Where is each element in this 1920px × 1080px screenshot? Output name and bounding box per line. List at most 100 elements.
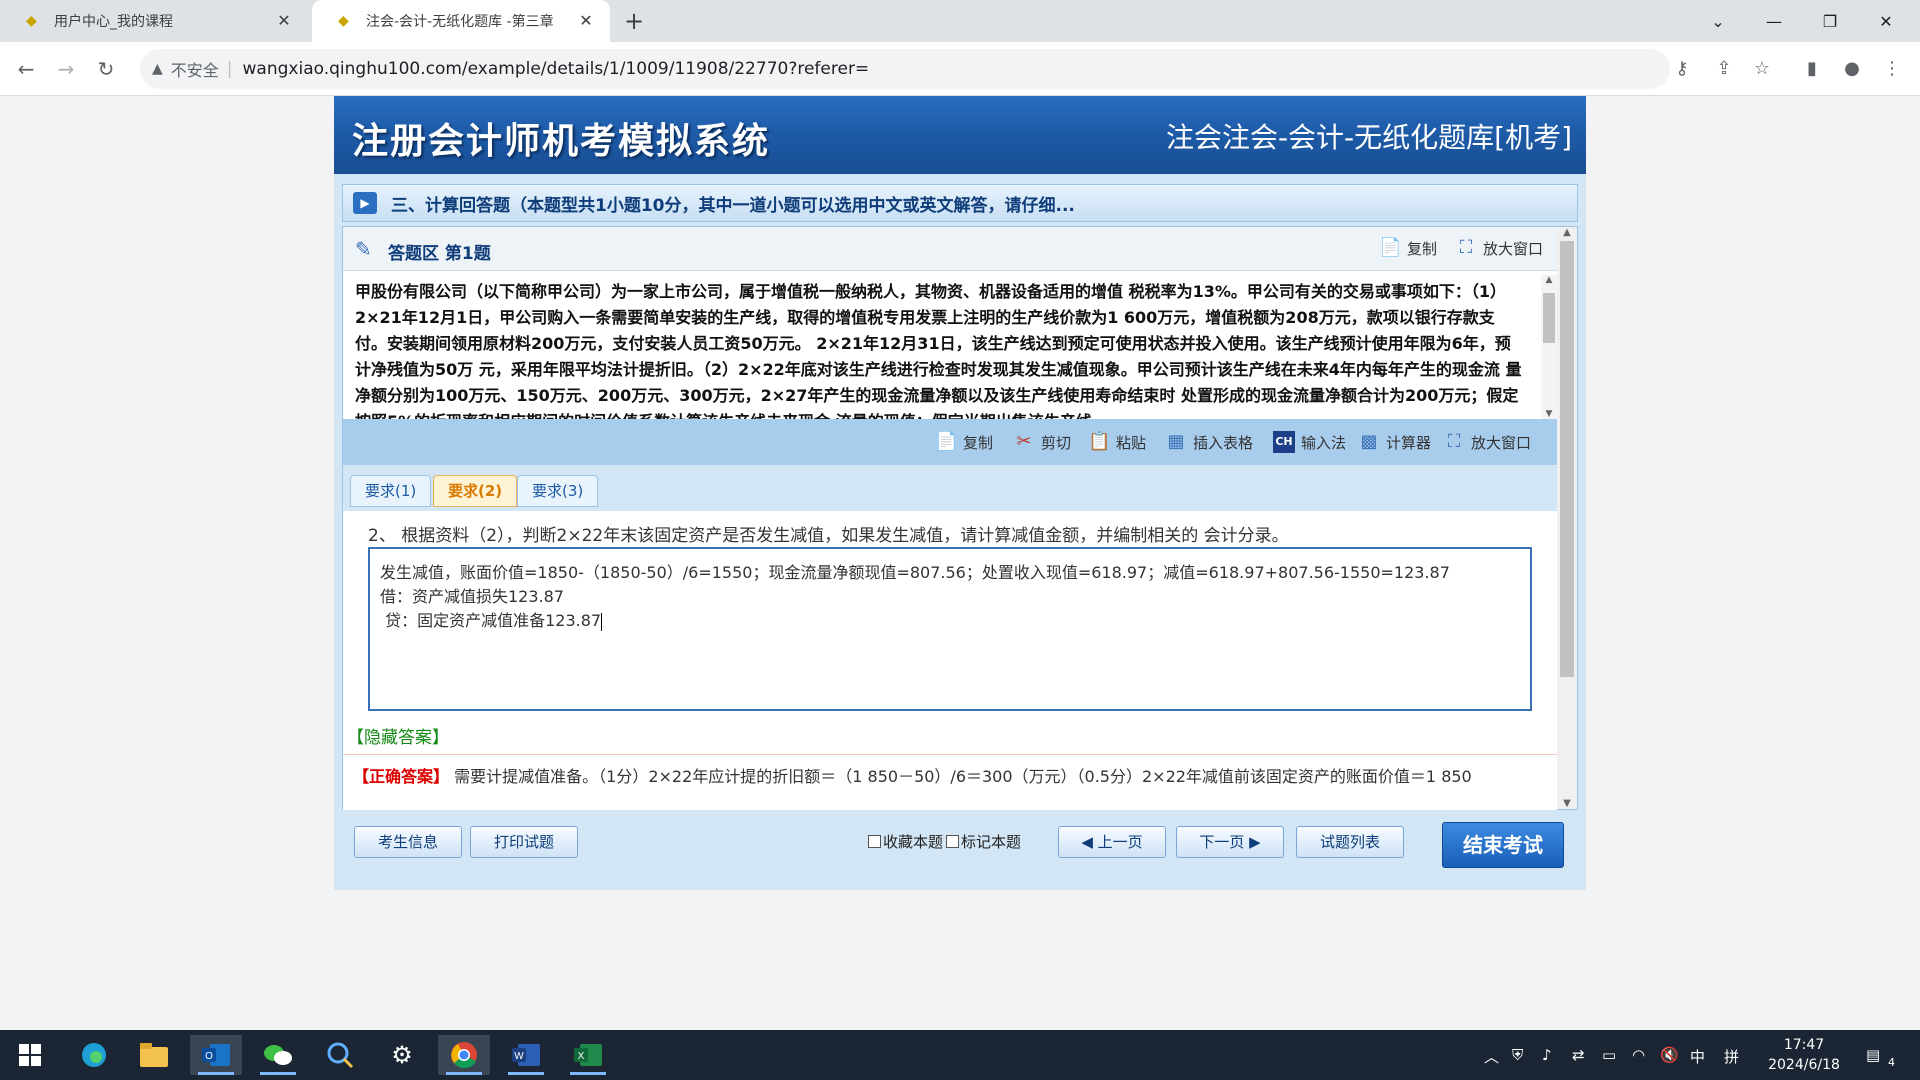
answer-line: 借：资产减值损失123.87 bbox=[380, 587, 564, 606]
reload-icon[interactable]: ↻ bbox=[92, 55, 120, 83]
answer-textarea[interactable]: 发生减值，账面价值=1850-（1850-50）/6=1550；现金流量净额现值… bbox=[368, 547, 1532, 711]
correct-answer-label: 正确答案 bbox=[369, 767, 434, 786]
back-icon[interactable]: ← bbox=[12, 55, 40, 83]
ime-layout-indicator[interactable]: 拼 bbox=[1724, 1046, 1739, 1067]
insert-table-button[interactable]: ▦ 插入表格 bbox=[1165, 431, 1253, 453]
file-explorer-icon[interactable] bbox=[128, 1035, 180, 1075]
close-tab-icon[interactable]: ✕ bbox=[576, 11, 596, 31]
answer-panel: ✎ 答题区 第1题 📄 复制 ⛶ 放大窗口 甲股份有限公司（以下简称甲公司）为一… bbox=[342, 226, 1578, 810]
requirement-prompt: 2、 根据资料（2），判断2×22年末该固定资产是否发生减值，如果发生减值，请计… bbox=[368, 526, 1289, 546]
question-scrollbar[interactable]: ▲ ▼ bbox=[1541, 275, 1557, 419]
word-icon[interactable]: W bbox=[500, 1035, 552, 1075]
copy-button[interactable]: 📄 复制 bbox=[935, 431, 993, 453]
close-tab-icon[interactable]: ✕ bbox=[274, 11, 294, 31]
answer-line-last: 贷：固定资产减值准备123.87 bbox=[380, 609, 1520, 633]
panel-scrollbar[interactable]: ▲ ▼ bbox=[1557, 227, 1577, 809]
profile-avatar-icon[interactable]: ● bbox=[1840, 57, 1864, 81]
outlook-icon[interactable]: O bbox=[190, 1035, 242, 1075]
clock-date: 2024/6/18 bbox=[1768, 1057, 1840, 1073]
next-arrow-icon: ▶ bbox=[1244, 833, 1261, 851]
tab-requirement-2[interactable]: 要求(2) bbox=[433, 475, 518, 507]
notification-icon[interactable]: ▤ bbox=[1866, 1046, 1880, 1064]
password-key-icon[interactable]: ⚷ bbox=[1670, 57, 1694, 81]
close-window-icon[interactable]: ✕ bbox=[1858, 0, 1914, 42]
volume-muted-icon[interactable]: 🔇 bbox=[1660, 1046, 1679, 1064]
svg-text:W: W bbox=[514, 1051, 524, 1062]
chrome-icon[interactable] bbox=[438, 1035, 490, 1075]
maximize-icon[interactable]: ❐ bbox=[1802, 0, 1858, 42]
question-list-button[interactable]: 试题列表 bbox=[1296, 826, 1404, 858]
input-method-button[interactable]: CH 输入法 bbox=[1273, 431, 1346, 453]
svg-text:X: X bbox=[578, 1051, 585, 1062]
wifi-icon[interactable]: ◠ bbox=[1632, 1046, 1645, 1064]
settings-gear-icon[interactable]: ⚙ bbox=[376, 1035, 428, 1075]
scissors-icon: ✂ bbox=[1016, 431, 1032, 452]
scroll-thumb[interactable] bbox=[1543, 293, 1555, 343]
tab-search-chevron-icon[interactable]: ⌄ bbox=[1690, 0, 1746, 42]
table-icon: ▦ bbox=[1167, 431, 1185, 452]
scroll-thumb[interactable] bbox=[1560, 241, 1574, 677]
mark-checkbox[interactable]: 标记本题 bbox=[946, 831, 1021, 852]
scroll-down-icon[interactable]: ▼ bbox=[1541, 409, 1557, 419]
tab-requirement-3[interactable]: 要求(3) bbox=[517, 475, 599, 507]
section-title: 三、计算回答题（本题型共1小题10分，其中一道小题可以选用中文或英文解答，请仔细… bbox=[391, 195, 1075, 216]
ime-language-indicator[interactable]: 中 bbox=[1690, 1046, 1705, 1067]
edge-icon[interactable] bbox=[68, 1035, 120, 1075]
audio-device-tray-icon[interactable]: ♪ bbox=[1542, 1046, 1552, 1064]
mark-label: 标记本题 bbox=[961, 833, 1022, 851]
security-status[interactable]: 不安全 bbox=[171, 57, 219, 81]
clipboard-icon: 📋 bbox=[1088, 431, 1111, 452]
hide-answer-link[interactable]: 【隐藏答案】 bbox=[347, 723, 449, 748]
enlarge-editor-button[interactable]: ⛶ 放大窗口 bbox=[1443, 431, 1531, 453]
print-button[interactable]: 打印试题 bbox=[470, 826, 578, 858]
checkbox-box[interactable] bbox=[868, 835, 881, 848]
excel-icon[interactable]: X bbox=[562, 1035, 614, 1075]
security-tray-icon[interactable]: ⛨ bbox=[1512, 1046, 1523, 1064]
calculator-button[interactable]: ▩ 计算器 bbox=[1358, 431, 1431, 453]
search-app-icon[interactable] bbox=[314, 1035, 366, 1075]
enlarge-question-button[interactable]: ⛶ 放大窗口 bbox=[1455, 237, 1543, 259]
candidate-info-button[interactable]: 考生信息 bbox=[354, 826, 462, 858]
copy-label: 复制 bbox=[963, 433, 994, 452]
scroll-up-icon[interactable]: ▲ bbox=[1557, 227, 1577, 238]
bookmark-label: 收藏本题 bbox=[883, 833, 944, 851]
forward-icon[interactable]: → bbox=[52, 55, 80, 83]
notification-count: 4 bbox=[1888, 1056, 1895, 1069]
warning-icon: ▲ bbox=[152, 61, 163, 77]
running-indicator bbox=[198, 1072, 234, 1075]
windows-start-icon[interactable] bbox=[4, 1035, 56, 1075]
tray-overflow-icon[interactable]: ︿ bbox=[1484, 1046, 1499, 1067]
url-text[interactable]: wangxiao.qinghu100.com/example/details/1… bbox=[243, 59, 870, 79]
browser-tab-exam[interactable]: ◆ 注会-会计-无纸化题库 -第三章 ✕ bbox=[312, 0, 610, 42]
scroll-up-icon[interactable]: ▲ bbox=[1541, 275, 1557, 285]
running-indicator bbox=[508, 1072, 544, 1075]
scroll-down-icon[interactable]: ▼ bbox=[1557, 798, 1577, 809]
new-tab-button[interactable]: + bbox=[620, 8, 648, 36]
end-exam-button[interactable]: 结束考试 bbox=[1442, 822, 1564, 868]
next-label: 下一页 bbox=[1199, 833, 1245, 851]
input-method-label: 输入法 bbox=[1301, 433, 1347, 452]
wechat-icon[interactable] bbox=[252, 1035, 304, 1075]
question-text: 甲股份有限公司（以下简称甲公司）为一家上市公司，属于增值税一般纳税人，其物资、机… bbox=[355, 282, 1522, 419]
browser-menu-icon[interactable]: ⋮ bbox=[1880, 57, 1904, 81]
battery-tray-icon[interactable]: ▭ bbox=[1602, 1046, 1616, 1064]
sync-tray-icon[interactable]: ⇄ bbox=[1572, 1046, 1585, 1064]
tab-requirement-1[interactable]: 要求(1) bbox=[350, 475, 432, 507]
tab-title: 注会-会计-无纸化题库 -第三章 bbox=[366, 14, 554, 30]
correct-answer-text: 需要计提减值准备。（1分）2×22年应计提的折旧额＝（1 850－50）/6＝3… bbox=[454, 767, 1472, 786]
share-icon[interactable]: ⇪ bbox=[1712, 57, 1736, 81]
address-bar[interactable]: ▲ 不安全 | wangxiao.qinghu100.com/example/d… bbox=[140, 49, 1670, 89]
side-panel-icon[interactable]: ▮ bbox=[1800, 57, 1824, 81]
text-caret bbox=[601, 612, 603, 631]
browser-tab-my-courses[interactable]: ◆ 用户中心_我的课程 ✕ bbox=[0, 0, 308, 42]
cut-button[interactable]: ✂ 剪切 bbox=[1013, 431, 1071, 453]
bookmark-checkbox[interactable]: 收藏本题 bbox=[868, 831, 943, 852]
paste-button[interactable]: 📋 粘贴 bbox=[1088, 431, 1146, 453]
system-clock[interactable]: 17:47 2024/6/18 bbox=[1762, 1035, 1846, 1075]
copy-question-button[interactable]: 📄 复制 bbox=[1379, 237, 1437, 259]
bookmark-star-icon[interactable]: ☆ bbox=[1750, 57, 1774, 81]
minimize-icon[interactable]: — bbox=[1746, 0, 1802, 42]
prev-page-button[interactable]: ◀ 上一页 bbox=[1058, 826, 1166, 858]
checkbox-box[interactable] bbox=[946, 835, 959, 848]
next-page-button[interactable]: 下一页 ▶ bbox=[1176, 826, 1284, 858]
